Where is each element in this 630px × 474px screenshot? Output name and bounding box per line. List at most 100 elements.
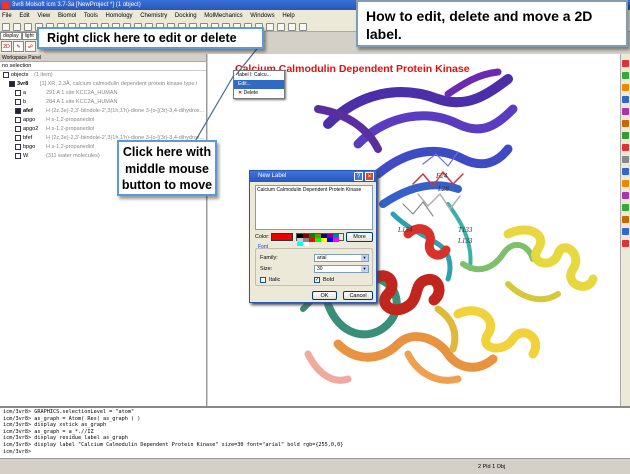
chevron-down-icon: ▼ bbox=[361, 255, 368, 261]
dialog-title: New Label bbox=[258, 173, 287, 179]
side-tool-icon[interactable] bbox=[622, 156, 629, 163]
bold-checkbox[interactable]: ✓ bbox=[314, 277, 320, 283]
tree-item-name: apgo bbox=[23, 117, 36, 123]
tree-item-desc: [1] XR, 2.3Å, calcium calmodulin depende… bbox=[40, 81, 198, 87]
side-tool-icon[interactable] bbox=[622, 84, 629, 91]
menu-view[interactable]: View bbox=[37, 13, 50, 19]
tree-checkbox[interactable] bbox=[15, 116, 21, 123]
menu-docking[interactable]: Docking bbox=[175, 13, 197, 19]
toolbar-icon[interactable] bbox=[266, 23, 274, 31]
tree-row[interactable]: 3vr8 [1] XR, 2.3Å, calcium calmodulin dep… bbox=[0, 80, 206, 89]
side-tool-icon[interactable] bbox=[622, 144, 629, 151]
toolbar-icon[interactable] bbox=[24, 23, 32, 31]
menu-help[interactable]: Help bbox=[282, 13, 294, 19]
side-tool-icon[interactable] bbox=[622, 192, 629, 199]
app-icon bbox=[2, 1, 10, 9]
tree-checkbox[interactable] bbox=[15, 152, 21, 159]
command-console[interactable]: icm/3vr8> GRAPHICS.selectionLevel = "ato… bbox=[0, 406, 630, 458]
tree-item-desc: H s-1,2-propanediol bbox=[46, 126, 95, 132]
residue-label: T133 bbox=[458, 226, 473, 234]
tree-row[interactable]: apgo2 H s-1,2-propanediol bbox=[0, 125, 206, 134]
tree-item-name: bfef bbox=[23, 135, 33, 141]
tree-checkbox[interactable] bbox=[15, 98, 21, 105]
tab-display[interactable]: display bbox=[0, 32, 22, 40]
tree-checkbox[interactable] bbox=[15, 125, 21, 132]
tree-row[interactable]: objects (1 item) bbox=[0, 71, 206, 80]
font-size-select[interactable]: 30 ▼ bbox=[314, 265, 369, 273]
tree-row[interactable]: b 284 A 1 site KCC2A_HUMAN bbox=[0, 98, 206, 107]
side-tool-icon[interactable] bbox=[622, 108, 629, 115]
context-menu-delete-item[interactable]: ✕ Delete bbox=[234, 89, 284, 98]
tree-item-desc: 291 A 1 site KCC2A_HUMAN bbox=[46, 90, 118, 96]
label-text-input[interactable]: Calcium Calmodulin Dependent Protein Kin… bbox=[255, 185, 373, 230]
size-label: Size: bbox=[260, 266, 273, 272]
residue-label: L154 bbox=[398, 226, 413, 234]
menu-homology[interactable]: Homology bbox=[106, 13, 133, 19]
new-label-dialog: New Label ? × Calcium Calmodulin Depende… bbox=[249, 170, 377, 303]
dialog-title-bar: New Label ? × bbox=[250, 171, 376, 182]
font-family-select[interactable]: arial ▼ bbox=[314, 254, 369, 262]
tree-row[interactable]: a 291 A 1 site KCC2A_HUMAN bbox=[0, 89, 206, 98]
help-icon[interactable]: ? bbox=[354, 172, 363, 181]
family-label: Family: bbox=[260, 255, 278, 261]
tree-row[interactable]: apgo H s-1,2-propanediol bbox=[0, 116, 206, 125]
side-tool-icon[interactable] bbox=[622, 228, 629, 235]
side-tool-icon[interactable] bbox=[622, 216, 629, 223]
menu-edit[interactable]: Edit bbox=[19, 13, 29, 19]
tree-checkbox[interactable] bbox=[9, 80, 15, 87]
context-menu-edit-item[interactable]: Edit... bbox=[234, 80, 284, 89]
delete-icon: ✕ bbox=[238, 90, 243, 96]
wire-tool-button[interactable]: ☍ bbox=[25, 41, 36, 52]
menu-file[interactable]: File bbox=[2, 13, 12, 19]
tree-checkbox[interactable] bbox=[3, 71, 9, 78]
palette-color[interactable] bbox=[303, 242, 309, 246]
label-tool-button[interactable]: ✎ bbox=[13, 41, 24, 52]
side-tool-icon[interactable] bbox=[622, 168, 629, 175]
close-icon[interactable]: × bbox=[365, 172, 374, 181]
tree-item-name: a bbox=[23, 90, 27, 96]
context-menu-label-item[interactable]: label l: Calcu... bbox=[234, 71, 284, 80]
font-family-value: arial bbox=[317, 255, 327, 261]
tree-checkbox[interactable] bbox=[15, 107, 21, 114]
side-tool-icon[interactable] bbox=[622, 204, 629, 211]
tree-checkbox[interactable] bbox=[15, 143, 21, 150]
side-tool-icon[interactable] bbox=[622, 72, 629, 79]
side-tool-icon[interactable] bbox=[622, 240, 629, 247]
selection-field[interactable]: no selection bbox=[0, 62, 206, 71]
app-window: 3vr8 Molsoft icm 3.7-3a [NewProject *] (… bbox=[0, 0, 630, 474]
tree-row[interactable]: afef H (2z,3e)-2,3'-biindole-2',3(1h,1'h)… bbox=[0, 107, 206, 116]
menu-chemistry[interactable]: Chemistry bbox=[140, 13, 167, 19]
callout-middle-click: Click here with middle mouse button to m… bbox=[117, 140, 217, 196]
color-palette[interactable] bbox=[296, 233, 344, 246]
console-line: icm/3vr8> as_graph = a_*.//IZ bbox=[3, 428, 94, 435]
tree-item-desc: 284 A 1 site KCC2A_HUMAN bbox=[46, 99, 118, 105]
color-swatch[interactable] bbox=[271, 233, 293, 241]
tab-light[interactable]: light bbox=[21, 32, 37, 40]
ok-button[interactable]: OK bbox=[312, 291, 337, 300]
tree-checkbox[interactable] bbox=[15, 134, 21, 141]
tree-checkbox[interactable] bbox=[15, 89, 21, 96]
2d-label-button[interactable]: 2D bbox=[1, 41, 12, 52]
side-tool-icon[interactable] bbox=[622, 132, 629, 139]
toolbar-icon[interactable] bbox=[13, 23, 21, 31]
chevron-down-icon: ▼ bbox=[361, 266, 368, 272]
italic-checkbox[interactable] bbox=[260, 277, 266, 283]
toolbar-icon[interactable] bbox=[277, 23, 285, 31]
palette-color[interactable] bbox=[333, 238, 339, 242]
more-colors-button[interactable]: More bbox=[346, 232, 373, 242]
menu-molmechanics[interactable]: MolMechanics bbox=[204, 13, 242, 19]
cancel-button[interactable]: Cancel bbox=[343, 291, 373, 300]
toolbar-icon[interactable] bbox=[288, 23, 296, 31]
toolbar-icon[interactable] bbox=[2, 23, 10, 31]
tree-item-name: apgo2 bbox=[23, 126, 39, 132]
side-tool-icon[interactable] bbox=[622, 60, 629, 67]
toolbar-icon[interactable] bbox=[299, 23, 307, 31]
side-tool-icon[interactable] bbox=[622, 120, 629, 127]
side-tool-icon[interactable] bbox=[622, 96, 629, 103]
status-bar: 2 Pld 1 Obj bbox=[0, 458, 630, 474]
callout-title: How to edit, delete and move a 2D label. bbox=[356, 0, 628, 47]
menu-biomol[interactable]: Biomol bbox=[58, 13, 76, 19]
menu-tools[interactable]: Tools bbox=[84, 13, 98, 19]
menu-windows[interactable]: Windows bbox=[250, 13, 274, 19]
side-tool-icon[interactable] bbox=[622, 180, 629, 187]
